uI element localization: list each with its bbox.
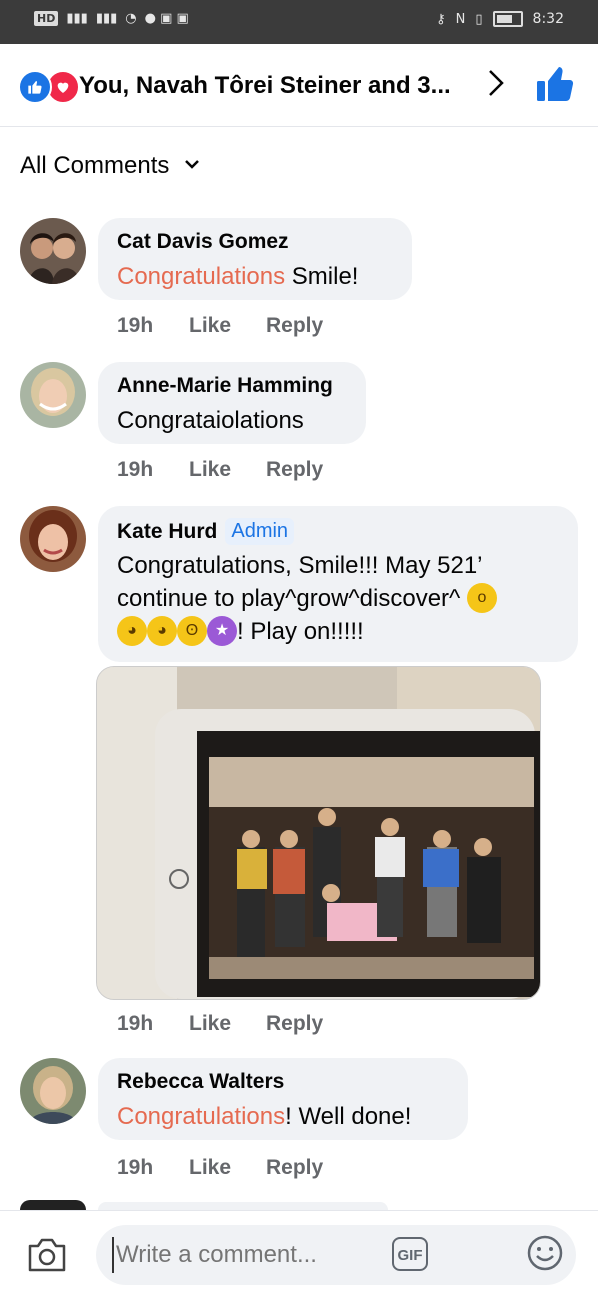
clock: 8:32 — [532, 11, 564, 27]
avatar[interactable] — [20, 218, 86, 284]
like-post-button[interactable] — [536, 66, 574, 107]
avatar-photo — [20, 362, 86, 428]
reply-button[interactable]: Reply — [266, 1156, 323, 1180]
avatar-photo — [20, 218, 86, 284]
comment-bubble[interactable]: Anne-Marie Hamming Congrataiolations — [98, 362, 366, 444]
comment-actions: 19h Like Reply — [117, 458, 323, 482]
comment-bubble[interactable]: Cat Davis Gomez Congratulations Smile! — [98, 218, 412, 300]
camera-button[interactable] — [26, 1236, 68, 1279]
battery-icon — [492, 11, 523, 27]
vibrate-icon: ▯ — [475, 11, 483, 27]
emoji-button[interactable] — [526, 1234, 564, 1277]
comment-input[interactable] — [112, 1237, 378, 1273]
smiley-icon — [527, 1235, 563, 1271]
camera-icon — [28, 1238, 66, 1272]
signal-icon: ▮▮▮ — [66, 11, 88, 26]
surprised-emoji-icon: o — [466, 582, 497, 613]
admin-badge: Admin — [225, 518, 295, 545]
comment-actions: 19h Like Reply — [117, 314, 323, 338]
zany-emoji-icon: ʘ — [177, 615, 207, 646]
flushed-emoji-icon: ◕ — [147, 615, 177, 646]
thumbs-up-icon — [537, 67, 574, 101]
star-struck-emoji-icon: ★ — [207, 615, 237, 646]
comment-filter-label: All Comments — [20, 152, 170, 179]
comment-bubble[interactable]: Kate Hurd Admin Congratulations, Smile!!… — [98, 506, 578, 662]
flushed-emoji-icon: ◕ — [117, 615, 147, 646]
comment-input-container[interactable]: GIF — [96, 1225, 576, 1285]
comment-text: Congratulations Smile! — [117, 263, 359, 290]
like-button[interactable]: Like — [189, 314, 266, 338]
avatar-photo — [20, 506, 86, 572]
avatar[interactable] — [20, 506, 86, 572]
comment-filter-dropdown[interactable]: All Comments — [20, 152, 200, 180]
chevron-right-icon[interactable] — [486, 68, 506, 106]
avatar-photo — [20, 1058, 86, 1124]
comment-actions: 19h Like Reply — [117, 1012, 323, 1036]
comment-author[interactable]: Rebecca Walters — [117, 1070, 449, 1094]
signal-icon-2: ▮▮▮ — [95, 11, 118, 26]
comment-time[interactable]: 19h — [117, 458, 189, 482]
chevron-down-icon — [179, 157, 199, 174]
hd-indicator: HD — [34, 11, 59, 26]
reply-button[interactable]: Reply — [266, 458, 323, 482]
comment-author[interactable]: Anne-Marie Hamming — [117, 374, 347, 398]
comment-actions: 19h Like Reply — [117, 1156, 323, 1180]
comment-time[interactable]: 19h — [117, 1156, 189, 1180]
avatar — [20, 1200, 86, 1210]
comment-bubble — [98, 1202, 388, 1210]
photo-image — [97, 667, 540, 999]
status-bar: HD ▮▮▮ ▮▮▮ ◔ ● ▣ ▣ ⚷ N ▯ 8:32 — [0, 0, 598, 44]
notification-icons: ● ▣ ▣ — [144, 11, 189, 26]
highlighted-word[interactable]: Congratulations — [117, 1103, 285, 1130]
comment-time[interactable]: 19h — [117, 314, 189, 338]
key-icon: ⚷ — [436, 11, 446, 27]
comment-photo[interactable] — [96, 666, 541, 1000]
like-button[interactable]: Like — [189, 458, 266, 482]
comment-text: Congratulations, Smile!!! May 521’ conti… — [117, 549, 559, 648]
gif-button[interactable]: GIF — [392, 1237, 428, 1271]
reply-button[interactable]: Reply — [266, 1012, 323, 1036]
reactions-header[interactable]: You, Navah Tôrei Steiner and 3... — [0, 46, 598, 127]
like-button[interactable]: Like — [189, 1012, 266, 1036]
nfc-icon: N — [455, 11, 466, 27]
avatar[interactable] — [20, 362, 86, 428]
comment-composer: GIF — [0, 1210, 598, 1297]
comment-bubble[interactable]: Rebecca Walters Congratulations! Well do… — [98, 1058, 468, 1140]
reactions-summary[interactable]: You, Navah Tôrei Steiner and 3... — [79, 72, 479, 100]
comment-text: Congrataiolations — [117, 407, 304, 434]
like-button[interactable]: Like — [189, 1156, 266, 1180]
comment-author[interactable]: Kate Hurd — [117, 520, 217, 544]
avatar[interactable] — [20, 1058, 86, 1124]
comment-author[interactable]: Cat Davis Gomez — [117, 230, 393, 254]
reply-button[interactable]: Reply — [266, 314, 323, 338]
comment-text: Congratulations! Well done! — [117, 1103, 412, 1130]
like-reaction-icon — [18, 70, 52, 104]
wifi-icon: ◔ — [125, 11, 137, 26]
comment-time[interactable]: 19h — [117, 1012, 189, 1036]
highlighted-word[interactable]: Congratulations — [117, 263, 285, 290]
reaction-icons — [18, 70, 80, 104]
